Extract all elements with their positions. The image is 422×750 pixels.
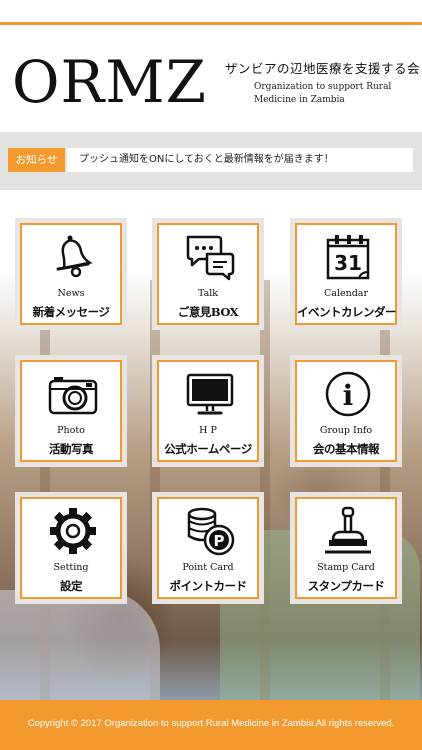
calendar-day: 31 [334, 251, 362, 275]
tagline-english: Organization to support Rural Medicine i… [254, 82, 392, 105]
info-letter: i [343, 379, 354, 412]
tile-label-jp: 設定 [60, 579, 83, 593]
menu-tile-point-card[interactable]: P Point Card ポイントカード [152, 492, 264, 604]
tile-label-jp: ご意見BOX [177, 305, 239, 319]
notice-bar: お知らせ プッシュ通知をONにしておくと最新情報をが届きます！ [0, 132, 422, 190]
monitor-icon [186, 373, 234, 415]
tile-label-en: Group Info [319, 425, 373, 436]
menu-tile-homepage[interactable]: H P 公式ホームページ [152, 355, 264, 467]
tile-label-jp: 会の基本情報 [313, 442, 380, 456]
tile-label-en: Point Card [182, 562, 234, 573]
menu-tile-photo[interactable]: Photo 活動写真 [15, 355, 127, 467]
menu-tile-stamp-card[interactable]: Stamp Card スタンプカード [290, 492, 402, 604]
menu-tile-group-info[interactable]: i Group Info 会の基本情報 [290, 355, 402, 467]
stamp-icon [325, 506, 371, 554]
ormz-logo: ORMZ [12, 48, 207, 116]
menu-tile-news[interactable]: News 新着メッセージ [15, 218, 127, 330]
menu-tile-setting[interactable]: Setting 設定 [15, 492, 127, 604]
coins-icon: P [187, 507, 235, 556]
tile-label-en: Talk [197, 288, 219, 299]
info-icon: i [325, 371, 371, 417]
tile-label-en: Photo [57, 425, 85, 436]
point-letter: P [214, 532, 225, 550]
tile-label-jp: ポイントカード [169, 579, 248, 593]
tile-label-jp: スタンプカード [307, 579, 385, 593]
notice-label: お知らせ [8, 148, 65, 172]
tile-label-en: Setting [53, 562, 89, 573]
tile-label-en: Calendar [324, 288, 368, 299]
tile-label-jp: 公式ホームページ [164, 442, 252, 456]
calendar-icon: 31 [326, 235, 370, 280]
app-header: ORMZ ザンビアの辺地医療を支援する会 Organization to sup… [0, 25, 422, 130]
tile-label-en: Stamp Card [317, 562, 375, 573]
bell-icon [56, 235, 93, 278]
notice-message[interactable]: プッシュ通知をONにしておくと最新情報をが届きます！ [67, 148, 413, 172]
speech-bubbles-icon [186, 235, 235, 281]
menu-tile-calendar[interactable]: 31 Calendar イベントカレンダー [290, 218, 402, 330]
copyright-text: Copyright © 2017 Organization to support… [27, 718, 395, 729]
footer: Copyright © 2017 Organization to support… [0, 700, 422, 750]
tile-label-jp: 活動写真 [49, 442, 94, 456]
tile-label-en: H P [199, 425, 217, 436]
camera-icon [48, 377, 98, 415]
tagline-japanese: ザンビアの辺地医療を支援する会 [225, 61, 421, 76]
tile-label-jp: イベントカレンダー [297, 305, 397, 319]
gear-icon [50, 508, 96, 554]
menu-tile-talk[interactable]: Talk ご意見BOX [152, 218, 264, 330]
tile-label-en: News [57, 288, 85, 299]
tile-label-jp: 新着メッセージ [32, 305, 110, 319]
